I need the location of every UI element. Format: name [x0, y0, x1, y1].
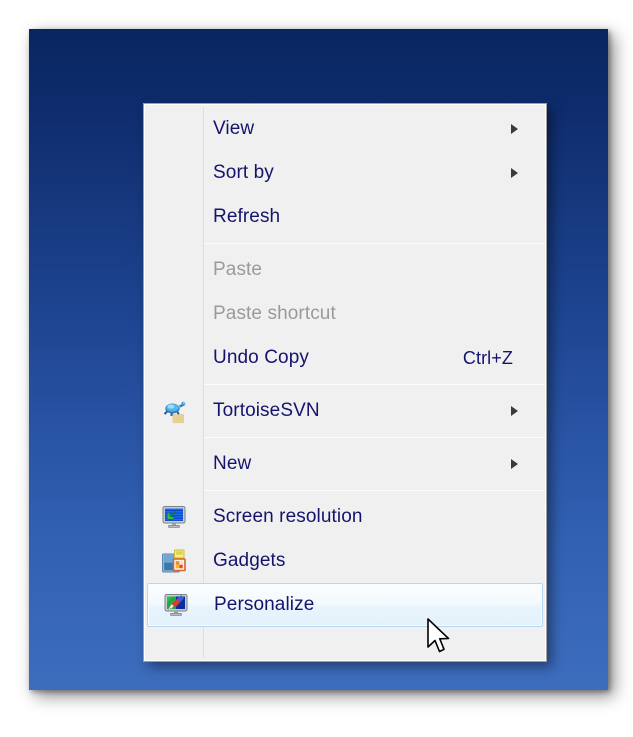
menu-item-label: Gadgets [213, 550, 286, 571]
menu-item-label: Undo Copy [213, 347, 309, 368]
menu-item-icon-slot [144, 539, 203, 583]
personalize-icon [164, 594, 188, 616]
menu-item-label: New [213, 453, 252, 474]
screenshot-stage: View Sort by Refresh Paste Paste shortcu… [0, 0, 633, 737]
menu-item-icon-slot [148, 584, 204, 626]
menu-separator [204, 384, 546, 385]
chevron-right-icon [511, 168, 518, 178]
menu-item-label: Paste shortcut [213, 303, 336, 324]
menu-item-icon-slot [144, 389, 203, 433]
menu-item-shortcut: Ctrl+Z [462, 347, 513, 368]
screen-resolution-icon [162, 506, 185, 528]
menu-separator [204, 490, 546, 491]
menu-item-label: TortoiseSVN [213, 400, 320, 421]
chevron-right-icon [511, 124, 518, 134]
menu-item-icon-slot [144, 195, 203, 239]
menu-item-screen-resolution[interactable]: Screen resolution [144, 495, 546, 539]
menu-item-gadgets[interactable]: Gadgets [144, 539, 546, 583]
menu-item-icon-slot [144, 107, 203, 151]
desktop-context-menu[interactable]: View Sort by Refresh Paste Paste shortcu… [143, 103, 547, 662]
menu-item-label: Sort by [213, 162, 274, 183]
menu-item-icon-slot [144, 151, 203, 195]
menu-item-sort-by[interactable]: Sort by [144, 151, 546, 195]
menu-item-paste: Paste [144, 248, 546, 292]
menu-item-icon-slot [144, 442, 203, 486]
menu-item-undo-copy[interactable]: Undo Copy Ctrl+Z [144, 336, 546, 380]
menu-item-personalize[interactable]: Personalize [147, 583, 543, 627]
menu-item-label: Paste [213, 259, 263, 280]
menu-item-icon-slot [144, 336, 203, 380]
gadgets-icon [161, 549, 186, 573]
menu-item-tortoisesvn[interactable]: TortoiseSVN [144, 389, 546, 433]
menu-item-label: View [213, 118, 255, 139]
menu-item-label: Screen resolution [213, 506, 363, 527]
chevron-right-icon [511, 459, 518, 469]
menu-item-paste-shortcut: Paste shortcut [144, 292, 546, 336]
menu-item-refresh[interactable]: Refresh [144, 195, 546, 239]
tortoisesvn-icon [163, 401, 185, 424]
chevron-right-icon [511, 406, 518, 416]
menu-separator [204, 243, 546, 244]
menu-item-label: Refresh [213, 206, 281, 227]
menu-item-label: Personalize [214, 594, 315, 615]
menu-item-icon-slot [144, 292, 203, 336]
menu-item-icon-slot [144, 495, 203, 539]
menu-separator [204, 437, 546, 438]
desktop-wallpaper[interactable]: View Sort by Refresh Paste Paste shortcu… [29, 29, 608, 690]
menu-item-view[interactable]: View [144, 107, 546, 151]
menu-item-icon-slot [144, 248, 203, 292]
menu-item-new[interactable]: New [144, 442, 546, 486]
